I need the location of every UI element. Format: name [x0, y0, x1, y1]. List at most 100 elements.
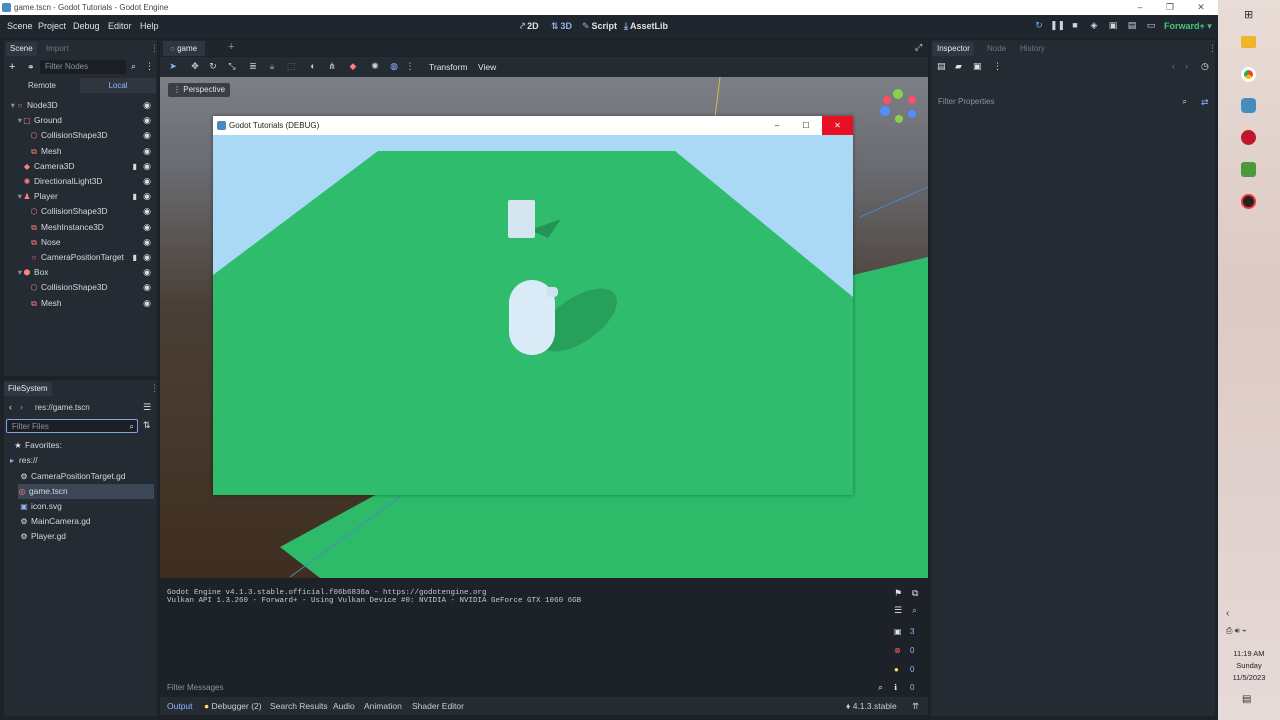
clear-icon[interactable]: ⚑: [894, 588, 902, 599]
gizmo-x-icon[interactable]: [908, 96, 916, 104]
visibility-eye-icon[interactable]: ◉: [143, 98, 151, 113]
camera-icon[interactable]: ◆: [346, 61, 360, 74]
expand-arrow-icon[interactable]: ▾: [8, 189, 23, 204]
scene-node-row[interactable]: ▾ ⬢ Box ◉: [8, 265, 157, 280]
copy-icon[interactable]: ⧉: [912, 588, 918, 599]
inspector-menu-icon[interactable]: ⋮: [993, 61, 1002, 72]
mode-script[interactable]: ✎ Script: [582, 21, 617, 32]
search-icon[interactable]: ⌕: [131, 61, 136, 72]
filter-messages-input[interactable]: Filter Messages ⌕: [163, 680, 888, 695]
more-icon[interactable]: ⋮: [403, 61, 417, 74]
sort-icon[interactable]: ⇅: [143, 420, 151, 431]
filter-nodes-input[interactable]: Filter Nodes: [40, 60, 126, 74]
gizmo-x-neg-icon[interactable]: [883, 96, 891, 104]
scene-node-row[interactable]: ▾▢ Ground ◉: [8, 113, 157, 128]
log-count-button[interactable]: ▣ 3: [891, 624, 924, 640]
environment-icon[interactable]: ◍: [387, 61, 401, 74]
menu-scene[interactable]: Scene: [7, 21, 33, 31]
move-tool-icon[interactable]: ✥: [188, 61, 202, 74]
scale-tool-icon[interactable]: ⤡: [225, 61, 239, 74]
menu-debug[interactable]: Debug: [73, 21, 100, 31]
file-explorer-icon[interactable]: [1241, 36, 1256, 48]
mode-3d[interactable]: ⇅ 3D: [551, 21, 572, 32]
visibility-eye-icon[interactable]: ◉: [143, 280, 151, 295]
link-icon[interactable]: ⚭: [27, 62, 35, 73]
tray-icons[interactable]: ⎙ 🔊︎ ⌁: [1226, 626, 1247, 636]
windows-start-icon[interactable]: ⊞: [1244, 8, 1253, 21]
expand-arrow-icon[interactable]: ▾: [8, 265, 23, 280]
remote-tab[interactable]: Remote: [4, 78, 80, 93]
scene-node-row[interactable]: ⬡ CollisionShape3D ◉: [8, 204, 157, 219]
visibility-eye-icon[interactable]: ◉: [143, 128, 151, 143]
tab-scene[interactable]: Scene: [6, 42, 37, 56]
forward-icon[interactable]: ›: [20, 402, 23, 412]
rotate-tool-icon[interactable]: ↻: [206, 61, 220, 74]
gizmo-y-neg-icon[interactable]: [895, 115, 903, 123]
info-count-button[interactable]: ℹ0: [891, 680, 924, 696]
gizmo-z-icon[interactable]: [880, 106, 890, 116]
lock-icon[interactable]: 🔒︎: [265, 61, 279, 74]
tab-inspector[interactable]: Inspector: [933, 42, 974, 56]
perspective-menu[interactable]: ⋮ Perspective: [168, 83, 231, 97]
scene-node-row[interactable]: ○ CameraPositionTarget ▮ ◉: [8, 250, 157, 265]
panel-toggle-icon[interactable]: ⇈: [912, 701, 919, 712]
script-icon[interactable]: ▮: [133, 250, 137, 265]
root-folder-row[interactable]: ▸ res://: [8, 453, 38, 468]
maximize-button[interactable]: ☐: [799, 116, 813, 135]
file-row[interactable]: ▣ icon.svg: [20, 499, 62, 514]
stop-icon[interactable]: ■: [1068, 20, 1082, 33]
dock-menu-icon[interactable]: ⋮: [150, 43, 159, 54]
local-tab[interactable]: Local: [80, 78, 156, 93]
file-row[interactable]: ⚙ CameraPositionTarget.gd: [20, 469, 154, 484]
tab-filesystem[interactable]: FileSystem: [4, 382, 52, 396]
fullscreen-icon[interactable]: ⤢: [915, 42, 922, 53]
godot-taskbar-icon[interactable]: [1241, 98, 1256, 113]
chevron-left-icon[interactable]: ‹: [1226, 608, 1229, 619]
davinci-icon[interactable]: [1241, 130, 1256, 145]
renderer-select[interactable]: Forward+ ▾: [1164, 21, 1212, 32]
tab-audio[interactable]: Audio: [333, 701, 355, 711]
file-row[interactable]: ⚙ Player.gd: [20, 529, 66, 544]
visibility-eye-icon[interactable]: ◉: [143, 296, 151, 311]
warning-count-button[interactable]: ● 0: [891, 662, 924, 678]
scene-node-row[interactable]: ⬡ CollisionShape3D ◉: [8, 280, 157, 295]
visibility-eye-icon[interactable]: ◉: [143, 144, 151, 159]
tab-shader-editor[interactable]: Shader Editor: [412, 701, 464, 711]
view-menu[interactable]: View: [478, 62, 496, 72]
maximize-button[interactable]: ❐: [1155, 0, 1185, 15]
filter-settings-icon[interactable]: ⇄: [1201, 97, 1209, 108]
mode-assetlib[interactable]: ⤓ AssetLib: [624, 21, 668, 32]
tab-history[interactable]: History: [1016, 42, 1049, 56]
scene-node-row[interactable]: ⬡ CollisionShape3D ◉: [8, 128, 157, 143]
back-icon[interactable]: ‹: [9, 402, 12, 412]
visibility-eye-icon[interactable]: ◉: [143, 189, 151, 204]
add-node-icon[interactable]: +: [9, 61, 15, 73]
close-button[interactable]: ✕: [822, 116, 853, 135]
sun-icon[interactable]: ✺: [368, 61, 382, 74]
expand-arrow-icon[interactable]: ▾: [8, 98, 16, 113]
visibility-eye-icon[interactable]: ◉: [143, 113, 151, 128]
tab-debugger[interactable]: ● Debugger (2): [204, 701, 262, 711]
script-icon[interactable]: ▮: [133, 159, 137, 174]
minimize-button[interactable]: –: [1125, 0, 1155, 15]
file-row-selected[interactable]: ◎ game.tscn: [18, 484, 154, 499]
app-icon[interactable]: [1241, 162, 1256, 177]
visibility-eye-icon[interactable]: ◉: [143, 220, 151, 235]
scene-node-row[interactable]: ▾♟ Player ▮ ◉: [8, 189, 157, 204]
scene-node-row[interactable]: ⧉ Mesh ◉: [8, 144, 157, 159]
split-view-icon[interactable]: ☰: [143, 402, 151, 413]
error-count-button[interactable]: ⊗ 0: [891, 643, 924, 659]
select-tool-icon[interactable]: ➤: [166, 61, 180, 74]
reload-icon[interactable]: ↻: [1032, 20, 1046, 33]
gizmo-z-neg-icon[interactable]: [908, 110, 916, 118]
expand-arrow-icon[interactable]: ▾: [8, 113, 23, 128]
recorder-icon[interactable]: [1241, 194, 1256, 209]
menu-editor[interactable]: Editor: [108, 21, 132, 31]
dock-menu-icon[interactable]: ⋮: [1208, 43, 1217, 54]
tab-game[interactable]: ○ game: [163, 41, 205, 56]
history-forward-icon[interactable]: ›: [1185, 61, 1188, 71]
visibility-eye-icon[interactable]: ◉: [143, 204, 151, 219]
visibility-eye-icon[interactable]: ◉: [143, 250, 151, 265]
chrome-icon[interactable]: [1241, 67, 1256, 82]
filter-properties-input[interactable]: Filter Properties ⌕: [933, 95, 1191, 109]
